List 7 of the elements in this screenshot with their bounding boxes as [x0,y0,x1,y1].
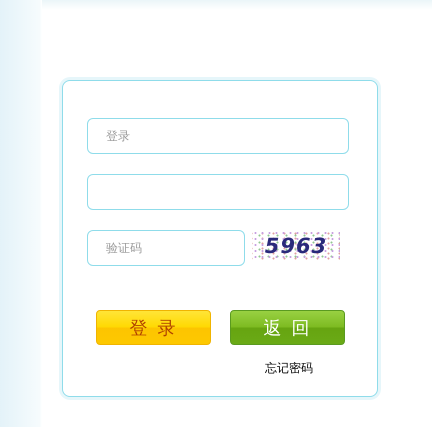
username-field[interactable]: 登录 [87,118,349,154]
forgot-password-link[interactable]: 忘记密码 [265,361,313,375]
login-button[interactable]: 登 录 [96,310,211,345]
back-button[interactable]: 返 回 [230,310,345,345]
captcha-image: 5963 [252,230,340,262]
password-field[interactable] [87,174,349,210]
captcha-field[interactable]: 验证码 [87,230,245,266]
